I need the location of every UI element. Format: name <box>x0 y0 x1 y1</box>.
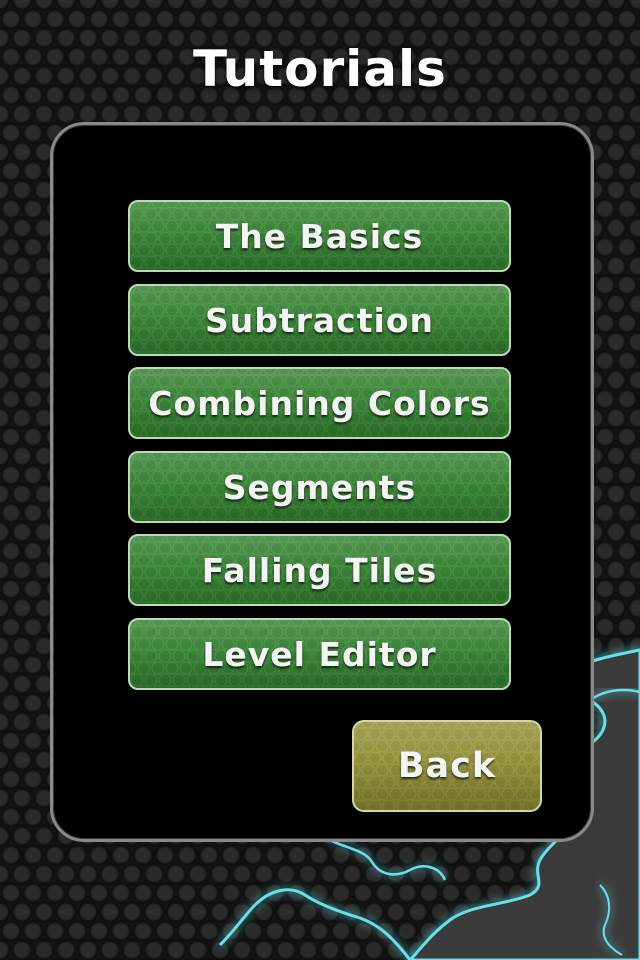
tutorial-level-editor-button[interactable]: Level Editor <box>128 618 511 690</box>
back-button-label: Back <box>397 746 497 786</box>
back-button[interactable]: Back <box>352 720 542 812</box>
tutorial-falling-tiles-button[interactable]: Falling Tiles <box>128 534 511 606</box>
button-label: Subtraction <box>204 300 434 340</box>
tutorial-the-basics-button[interactable]: The Basics <box>128 200 511 272</box>
button-label: Segments <box>222 467 417 507</box>
tutorial-subtraction-button[interactable]: Subtraction <box>128 284 511 356</box>
tutorial-segments-button[interactable]: Segments <box>128 451 511 523</box>
tutorial-combining-colors-button[interactable]: Combining Colors <box>128 367 511 439</box>
button-label: Combining Colors <box>148 383 491 423</box>
page-title: Tutorials <box>193 40 447 98</box>
button-label: Level Editor <box>202 634 437 674</box>
button-label: Falling Tiles <box>201 550 438 590</box>
button-label: The Basics <box>215 216 424 256</box>
